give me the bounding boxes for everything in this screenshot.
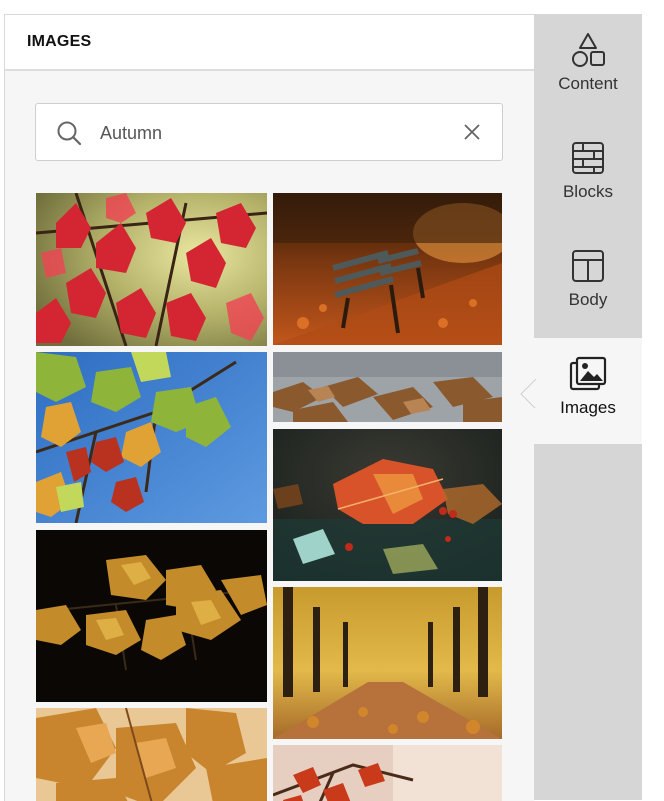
sidebar-item-images[interactable]: Images: [534, 338, 642, 444]
layout-icon: [572, 250, 604, 282]
image-thumbnail[interactable]: [273, 352, 502, 422]
image-thumbnail[interactable]: [273, 745, 502, 801]
image-thumbnail[interactable]: [273, 587, 502, 739]
sidebar-item-label: Blocks: [562, 182, 614, 201]
image-thumbnail[interactable]: [36, 352, 267, 523]
sidebar-item-label: Body: [568, 290, 608, 309]
panel-title: IMAGES: [27, 33, 92, 50]
sidebar-item-label: Content: [558, 74, 618, 93]
search-input[interactable]: [98, 116, 442, 150]
sidebar-item-body[interactable]: Body: [534, 230, 642, 336]
image-thumbnail[interactable]: [273, 193, 502, 345]
blocks-icon: [572, 142, 604, 174]
images-panel: IMAGES: [4, 14, 534, 801]
images-icon: [569, 356, 607, 391]
image-thumbnail[interactable]: [273, 429, 502, 581]
search-icon: [57, 121, 82, 146]
panel-header: IMAGES: [5, 15, 534, 71]
search-box: [35, 103, 503, 161]
sidebar-item-content[interactable]: Content: [534, 14, 642, 120]
shapes-icon: [572, 33, 605, 67]
image-thumbnail[interactable]: [36, 193, 267, 346]
clear-search-icon[interactable]: [462, 122, 482, 142]
sidebar-item-label: Images: [560, 398, 616, 417]
sidebar-item-blocks[interactable]: Blocks: [534, 122, 642, 228]
image-thumbnail[interactable]: [36, 708, 267, 801]
image-grid: [5, 193, 534, 801]
active-tab-pointer: [520, 378, 536, 408]
image-thumbnail[interactable]: [36, 530, 267, 702]
sidebar: Content Blocks Body Images: [534, 14, 642, 800]
